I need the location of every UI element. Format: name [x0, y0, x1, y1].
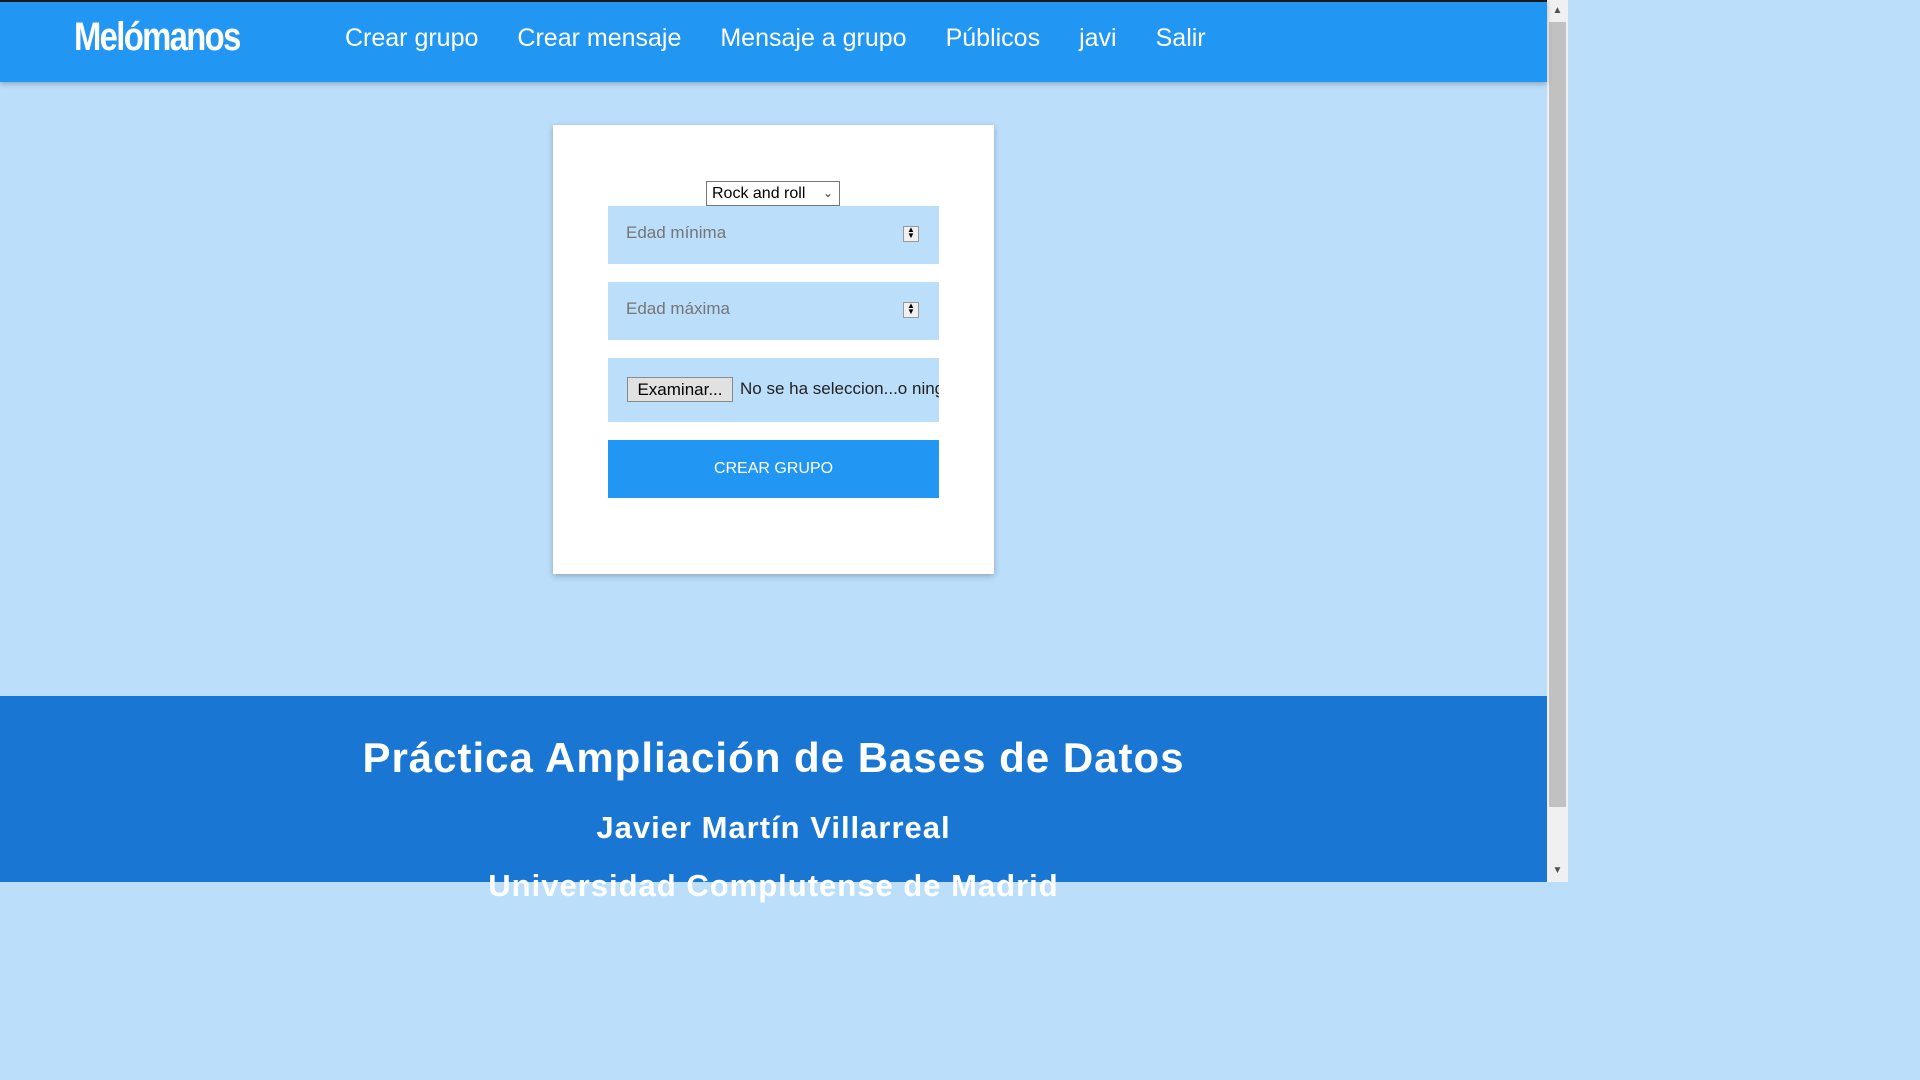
spinner-arrows-icon[interactable]: ▲ ▼ [903, 302, 919, 318]
nav-mensaje-a-grupo[interactable]: Mensaje a grupo [720, 24, 906, 53]
min-age-placeholder: Edad mínima [626, 223, 727, 242]
footer-title: Práctica Ampliación de Bases de Datos [362, 734, 1185, 781]
scrollbar-thumb[interactable] [1549, 22, 1566, 807]
brand-logo[interactable]: Melómanos [74, 15, 241, 60]
nav-publicos[interactable]: Públicos [946, 24, 1041, 53]
footer: Práctica Ampliación de Bases de Datos Ja… [0, 696, 1547, 903]
top-navbar: Melómanos Crear grupo Crear mensaje Mens… [0, 0, 1547, 82]
min-age-input[interactable]: Edad mínima ▲ ▼ [608, 206, 939, 264]
max-age-input[interactable]: Edad máxima ▲ ▼ [608, 282, 939, 340]
genre-select-value: Rock and roll [712, 185, 806, 202]
footer-author: Javier Martín Villarreal [596, 810, 951, 845]
file-input: Examinar... No se ha seleccion...o ning [608, 358, 939, 422]
nav-crear-mensaje[interactable]: Crear mensaje [517, 24, 681, 53]
arrow-up-icon[interactable]: ▲ [1547, 2, 1568, 20]
footer-institution: Universidad Complutense de Madrid [488, 868, 1059, 903]
create-group-card: Rock and roll ⌄ Edad mínima ▲ ▼ Edad máxi… [553, 125, 994, 574]
max-age-placeholder: Edad máxima [626, 299, 730, 318]
file-status-text: No se ha seleccion...o ning [740, 379, 939, 398]
create-group-button[interactable]: CREAR GRUPO [608, 440, 939, 498]
nav-user-profile[interactable]: javi [1079, 24, 1117, 53]
nav-crear-grupo[interactable]: Crear grupo [345, 24, 478, 53]
main-nav: Crear grupo Crear mensaje Mensaje a grup… [345, 24, 1245, 53]
spinner-arrows-icon[interactable]: ▲ ▼ [903, 226, 919, 242]
chevron-down-icon: ⌄ [822, 186, 833, 200]
arrow-down-icon[interactable]: ▼ [1547, 862, 1568, 880]
vertical-scrollbar[interactable]: ▲ ▼ [1547, 0, 1568, 882]
genre-select[interactable]: Rock and roll ⌄ [706, 181, 840, 206]
nav-logout[interactable]: Salir [1156, 24, 1206, 53]
browse-file-button[interactable]: Examinar... [627, 377, 733, 402]
